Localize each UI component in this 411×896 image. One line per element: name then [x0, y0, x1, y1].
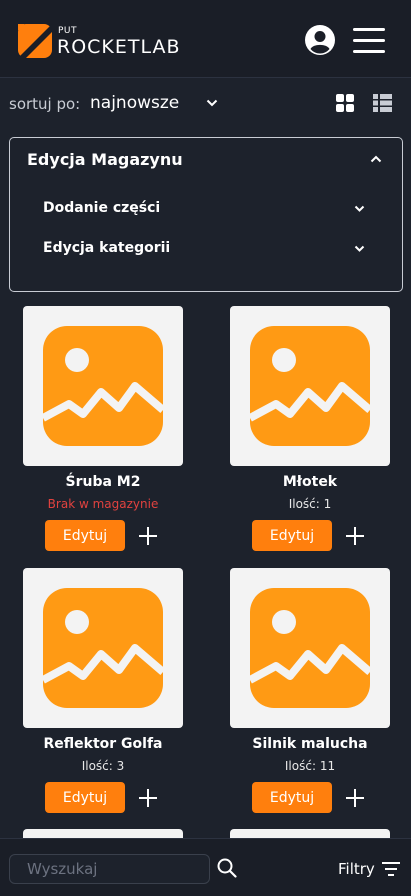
product-name: Śruba M2 [65, 474, 141, 490]
chevron-down-icon[interactable] [206, 98, 218, 108]
bottom-bar: Filtry [0, 838, 411, 896]
plus-icon[interactable] [345, 788, 365, 808]
plus-icon[interactable] [345, 526, 365, 546]
search-input[interactable] [9, 854, 210, 884]
sort-select[interactable]: najnowsze [90, 93, 179, 113]
hamburger-icon[interactable] [353, 28, 385, 54]
panel-item-label: Edycja kategorii [43, 240, 171, 256]
filters-button[interactable]: Filtry [338, 859, 408, 881]
product-image[interactable] [23, 306, 183, 466]
product-quantity: Ilość: 11 [284, 759, 336, 773]
image-placeholder-icon [41, 588, 166, 708]
chevron-up-icon[interactable] [370, 154, 382, 164]
product-quantity: Brak w magazynie [47, 497, 159, 511]
plus-icon[interactable] [138, 788, 158, 808]
chevron-down-icon [354, 205, 365, 212]
edit-button[interactable]: Edytuj [45, 520, 125, 551]
filters-label: Filtry [338, 860, 375, 878]
image-placeholder-icon [41, 326, 166, 446]
panel-item-add-part[interactable]: Dodanie części [43, 198, 373, 224]
logo-put-text: PUT [58, 26, 78, 36]
grid-view-icon[interactable] [336, 94, 354, 112]
panel-item-label: Dodanie części [43, 200, 161, 216]
product-card: Młotek Ilość: 1 Edytuj [217, 306, 397, 566]
sort-bar: sortuj po: najnowsze [9, 92, 409, 116]
product-name: Reflektor Golfa [43, 736, 163, 752]
product-card: Silnik malucha Ilość: 11 Edytuj [217, 568, 397, 828]
product-card: Reflektor Golfa Ilość: 3 Edytuj [10, 568, 190, 828]
product-card: Śruba M2 Brak w magazynie Edytuj [10, 306, 190, 566]
sort-label: sortuj po: [9, 95, 81, 113]
image-placeholder-icon [248, 326, 373, 446]
product-name: Młotek [282, 474, 338, 490]
panel-item-edit-category[interactable]: Edycja kategorii [43, 238, 373, 264]
edit-button[interactable]: Edytuj [252, 520, 332, 551]
product-name: Silnik malucha [252, 736, 368, 752]
product-image[interactable] [23, 568, 183, 728]
user-circle-icon[interactable] [305, 25, 335, 55]
chevron-down-icon [354, 245, 365, 252]
filter-icon [382, 862, 400, 876]
rocketlab-logo[interactable]: PUT ROCKETLAB [18, 22, 208, 62]
plus-icon[interactable] [138, 526, 158, 546]
image-placeholder-icon [248, 588, 373, 708]
edit-button[interactable]: Edytuj [45, 782, 125, 813]
warehouse-edit-panel: Edycja Magazynu Dodanie części Edycja ka… [9, 137, 403, 292]
product-image[interactable] [230, 306, 390, 466]
panel-title[interactable]: Edycja Magazynu [27, 150, 183, 169]
logo-mark-icon [18, 24, 52, 58]
logo-name-text: ROCKETLAB [57, 36, 181, 58]
product-quantity: Ilość: 3 [81, 759, 125, 773]
product-image[interactable] [230, 568, 390, 728]
list-view-icon[interactable] [373, 94, 392, 112]
edit-button[interactable]: Edytuj [252, 782, 332, 813]
search-icon[interactable] [217, 858, 237, 878]
product-quantity: Ilość: 1 [288, 497, 332, 511]
app-header: PUT ROCKETLAB [0, 0, 411, 78]
